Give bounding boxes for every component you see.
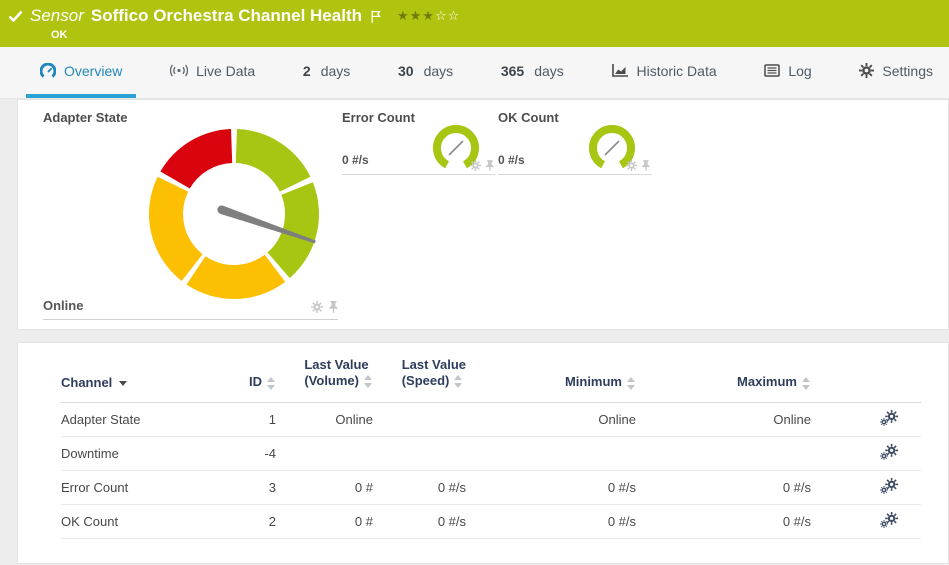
- tab-label: Live Data: [196, 62, 256, 79]
- gear-icon[interactable]: [311, 301, 323, 313]
- cell-id: -4: [211, 436, 276, 471]
- cell-last-value-speed: 0 #/s: [373, 504, 466, 539]
- pin-icon[interactable]: [641, 160, 650, 171]
- gear-icon[interactable]: [470, 160, 481, 171]
- cell-channel: OK Count: [61, 504, 211, 539]
- cell-last-value-speed: [373, 436, 466, 471]
- tab-live-data[interactable]: Live Data: [156, 47, 269, 98]
- pin-icon[interactable]: [485, 160, 494, 171]
- channel-settings-icon[interactable]: [880, 477, 898, 494]
- sort-icon: [267, 376, 276, 390]
- cell-last-value-volume: [276, 436, 373, 471]
- tab-number: 30: [398, 62, 414, 79]
- tab-number: 2: [302, 62, 311, 79]
- tab-log[interactable]: Log: [750, 47, 825, 98]
- cell-last-value-volume: Online: [276, 402, 373, 437]
- channel-settings-icon[interactable]: [880, 511, 898, 528]
- cell-channel: Error Count: [61, 470, 211, 505]
- sensor-title: Soffico Orchestra Channel Health: [90, 6, 362, 25]
- cell-minimum: 0 #/s: [466, 504, 636, 539]
- cell-channel: Adapter State: [61, 402, 211, 437]
- tab-label: Log: [788, 62, 812, 79]
- tab-label: Overview: [64, 62, 123, 79]
- column-header-minimum[interactable]: Minimum: [466, 357, 636, 403]
- gauges-panel: Adapter State Online Error Count 0 #/s O…: [17, 99, 949, 330]
- sort-desc-icon: [119, 380, 128, 386]
- priority-stars[interactable]: ★★★☆☆: [397, 8, 460, 24]
- sensor-type-label: Sensor: [30, 6, 84, 25]
- tab-label: Historic Data: [636, 62, 717, 79]
- channels-table-panel: Channel ID Last Value (Volume) Last Valu…: [17, 342, 949, 564]
- gear-icon[interactable]: [626, 160, 637, 171]
- area-chart-icon: [611, 64, 628, 77]
- tab-label: days: [320, 62, 351, 79]
- sort-icon: [627, 376, 636, 390]
- pin-icon[interactable]: [328, 301, 338, 313]
- column-header-actions: [811, 357, 921, 403]
- cell-minimum: Online: [466, 402, 636, 437]
- error-count-gauge-block: Error Count 0 #/s: [342, 110, 496, 175]
- cell-last-value-speed: 0 #/s: [373, 470, 466, 505]
- sensor-status: OK: [51, 29, 68, 41]
- gear-icon: [859, 63, 875, 78]
- tab-historic-data[interactable]: Historic Data: [598, 47, 731, 98]
- tab-30-days[interactable]: 30 days: [384, 47, 467, 98]
- log-icon: [764, 64, 781, 77]
- column-header-last-value-speed[interactable]: Last Value (Speed): [373, 357, 466, 403]
- tab-bar: Overview Live Data 2 days 30 days 365 da…: [0, 47, 949, 99]
- tab-2-days[interactable]: 2 days: [289, 47, 364, 98]
- sort-icon: [364, 375, 373, 389]
- cell-last-value-volume: 0 #: [276, 470, 373, 505]
- cell-id: 3: [211, 470, 276, 505]
- cell-maximum: 0 #/s: [636, 470, 811, 505]
- status-check-icon: [8, 10, 23, 22]
- cell-channel: Downtime: [61, 436, 211, 471]
- table-row: Adapter State 1 Online Online Online: [61, 402, 921, 437]
- cell-minimum: 0 #/s: [466, 470, 636, 505]
- cell-maximum: 0 #/s: [636, 504, 811, 539]
- table-header-row: Channel ID Last Value (Volume) Last Valu…: [61, 357, 921, 403]
- gauge-value: Online: [43, 298, 84, 313]
- column-header-channel[interactable]: Channel: [61, 357, 211, 403]
- sensor-banner: Sensor Soffico Orchestra Channel Health …: [0, 0, 949, 47]
- tab-overview[interactable]: Overview: [26, 47, 137, 98]
- flag-icon[interactable]: [371, 10, 382, 23]
- table-row: OK Count 2 0 # 0 #/s 0 #/s 0 #/s: [61, 504, 921, 539]
- table-row: Downtime -4: [61, 436, 921, 471]
- channels-table: Channel ID Last Value (Volume) Last Valu…: [61, 357, 921, 539]
- live-data-icon: [170, 64, 189, 77]
- channel-settings-icon[interactable]: [880, 443, 898, 460]
- gauge-value: 0 #/s: [498, 153, 525, 167]
- gauge-icon: [40, 62, 56, 78]
- cell-last-value-volume: 0 #: [276, 504, 373, 539]
- tab-label: days: [423, 62, 454, 79]
- stars-filled[interactable]: ★★★: [397, 8, 435, 23]
- cell-id: 1: [211, 402, 276, 437]
- cell-id: 2: [211, 504, 276, 539]
- sort-icon: [802, 376, 811, 390]
- cell-maximum: [636, 436, 811, 471]
- tab-label: days: [534, 62, 564, 79]
- gauge-value: 0 #/s: [342, 153, 369, 167]
- channel-settings-icon[interactable]: [880, 409, 898, 426]
- gauge-title: Adapter State: [43, 110, 128, 125]
- tab-label: Settings: [882, 62, 933, 79]
- column-header-maximum[interactable]: Maximum: [636, 357, 811, 403]
- adapter-state-gauge: [148, 129, 319, 300]
- cell-last-value-speed: [373, 402, 466, 437]
- stars-empty[interactable]: ☆☆: [435, 8, 460, 23]
- sort-icon: [454, 375, 463, 389]
- table-row: Error Count 3 0 # 0 #/s 0 #/s 0 #/s: [61, 470, 921, 505]
- cell-minimum: [466, 436, 636, 471]
- tab-number: 365: [500, 62, 525, 79]
- tab-settings[interactable]: Settings: [845, 47, 947, 98]
- column-header-id[interactable]: ID: [211, 357, 276, 403]
- cell-maximum: Online: [636, 402, 811, 437]
- column-header-last-value-volume[interactable]: Last Value (Volume): [276, 357, 373, 403]
- ok-count-gauge-block: OK Count 0 #/s: [498, 110, 652, 175]
- tab-365-days[interactable]: 365 days: [487, 47, 578, 98]
